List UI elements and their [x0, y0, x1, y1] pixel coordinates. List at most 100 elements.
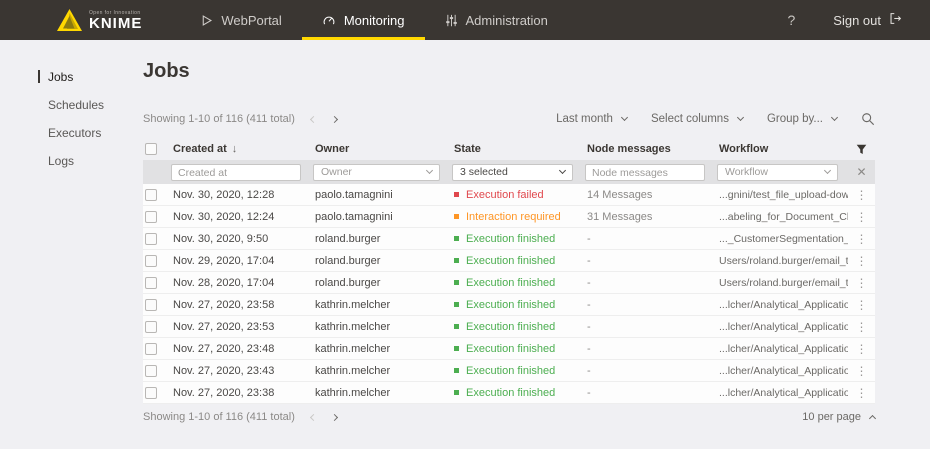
- nav-administration[interactable]: Administration: [425, 0, 568, 40]
- main-content: Jobs Showing 1-10 of 116 (411 total) Las…: [143, 40, 877, 449]
- row-checkbox[interactable]: [145, 232, 157, 245]
- kebab-menu-icon[interactable]: ⋮: [856, 255, 868, 267]
- clear-filters-icon[interactable]: ✕: [856, 165, 866, 179]
- state-label: Execution failed: [466, 188, 544, 201]
- per-page-selector[interactable]: 10 per page: [802, 411, 877, 423]
- chevron-down-icon: [620, 113, 629, 121]
- row-checkbox[interactable]: [145, 320, 157, 333]
- kebab-menu-icon[interactable]: ⋮: [856, 277, 868, 289]
- cell-owner: paolo.tamagnini: [315, 188, 393, 201]
- column-header-owner[interactable]: Owner: [311, 143, 450, 155]
- filter-state-select[interactable]: 3 selected: [452, 163, 573, 181]
- row-checkbox[interactable]: [145, 298, 157, 311]
- cell-workflow: ...lcher/Analytical_Application_Example/: [719, 320, 848, 333]
- nav-administration-label: Administration: [465, 12, 548, 28]
- sidebar-item-logs[interactable]: Logs: [0, 149, 143, 173]
- filter-owner-select[interactable]: Owner: [313, 163, 440, 181]
- column-header-node-messages[interactable]: Node messages: [583, 143, 715, 155]
- row-checkbox[interactable]: [145, 210, 157, 223]
- state-label: Interaction required: [466, 210, 561, 223]
- cell-state: Execution finished: [450, 387, 583, 399]
- chevron-down-icon: [558, 166, 567, 174]
- logo-brand: KNIME: [89, 15, 143, 32]
- row-checkbox[interactable]: [145, 254, 157, 267]
- cell-state: Execution finished: [450, 277, 583, 289]
- column-header-state[interactable]: State: [450, 143, 583, 155]
- kebab-menu-icon[interactable]: ⋮: [856, 365, 868, 377]
- cell-node-messages: -: [587, 364, 591, 377]
- sidebar-item-executors[interactable]: Executors: [0, 121, 143, 145]
- cell-node-messages: -: [587, 386, 591, 399]
- funnel-icon: [856, 144, 867, 154]
- cell-node-messages: -: [587, 232, 591, 245]
- kebab-menu-icon[interactable]: ⋮: [856, 321, 868, 333]
- cell-workflow: ...gnini/test_file_upload-download-fixed…: [719, 188, 848, 201]
- kebab-menu-icon[interactable]: ⋮: [856, 299, 868, 311]
- footer-prev-page-button[interactable]: [309, 413, 317, 421]
- chevron-down-icon: [425, 166, 434, 174]
- cell-workflow: ...lcher/Analytical_Application_Example/: [719, 342, 848, 355]
- sign-out-label: Sign out: [833, 12, 881, 28]
- cell-workflow: ..._CustomerSegmentation_ScoringAPI/: [719, 232, 848, 245]
- chevron-down-icon: [823, 166, 832, 174]
- state-square-icon: [454, 258, 459, 263]
- cell-created-at: Nov. 30, 2020, 12:28: [173, 188, 275, 201]
- state-square-icon: [454, 236, 459, 241]
- cell-workflow: Users/roland.burger/email_test/: [719, 254, 848, 267]
- select-columns-dropdown[interactable]: Select columns: [651, 113, 744, 125]
- cell-node-messages: -: [587, 298, 591, 311]
- date-range-dropdown[interactable]: Last month: [556, 113, 629, 125]
- cell-owner: roland.burger: [315, 232, 381, 245]
- sign-out-button[interactable]: Sign out: [833, 12, 902, 28]
- next-page-button[interactable]: [330, 115, 338, 123]
- group-by-dropdown[interactable]: Group by...: [766, 113, 839, 125]
- row-checkbox[interactable]: [145, 188, 157, 201]
- cell-owner: kathrin.melcher: [315, 320, 391, 333]
- table-header-row: Created at ↓ Owner State Node messages Wo…: [143, 138, 875, 160]
- sidebar-item-jobs[interactable]: Jobs: [0, 65, 143, 89]
- cell-state: Execution finished: [450, 255, 583, 267]
- cell-node-messages: -: [587, 276, 591, 289]
- sidebar-item-schedules[interactable]: Schedules: [0, 93, 143, 117]
- filter-workflow-select[interactable]: Workflow: [717, 163, 838, 181]
- row-checkbox[interactable]: [145, 386, 157, 399]
- cell-workflow: ...abeling_for_Document_Classification/: [719, 210, 848, 223]
- kebab-menu-icon[interactable]: ⋮: [856, 387, 868, 399]
- prev-page-button[interactable]: [309, 115, 317, 123]
- filter-created-at-input[interactable]: [171, 164, 301, 182]
- state-square-icon: [454, 280, 459, 285]
- cell-node-messages: -: [587, 342, 591, 355]
- gauge-icon: [322, 14, 336, 27]
- group-by-label: Group by...: [766, 113, 823, 125]
- filter-node-messages-input[interactable]: [585, 164, 705, 182]
- kebab-menu-icon[interactable]: ⋮: [856, 233, 868, 245]
- search-icon[interactable]: [861, 112, 875, 126]
- row-checkbox[interactable]: [145, 276, 157, 289]
- kebab-menu-icon[interactable]: ⋮: [856, 211, 868, 223]
- column-header-workflow[interactable]: Workflow: [715, 143, 848, 155]
- cell-node-messages: 31 Messages: [587, 210, 653, 223]
- nav-webportal[interactable]: WebPortal: [180, 0, 301, 40]
- row-checkbox[interactable]: [145, 364, 157, 377]
- state-label: Execution finished: [466, 320, 556, 333]
- table-row: Nov. 27, 2020, 23:53 kathrin.melcher Execu…: [143, 316, 875, 338]
- cell-created-at: Nov. 27, 2020, 23:38: [173, 386, 275, 399]
- nav-monitoring[interactable]: Monitoring: [301, 0, 425, 40]
- column-header-created-at[interactable]: Created at ↓: [169, 143, 311, 155]
- chevron-down-icon: [736, 113, 744, 121]
- filter-funnel-button[interactable]: [848, 144, 875, 155]
- state-label: Execution finished: [466, 298, 556, 311]
- page-title: Jobs: [143, 60, 190, 82]
- chevron-up-icon: [868, 414, 877, 422]
- table-row: Nov. 30, 2020, 12:24 paolo.tamagnini Inter…: [143, 206, 875, 228]
- knime-logo[interactable]: Open for Innovation KNIME: [57, 0, 142, 40]
- select-all-checkbox[interactable]: [145, 143, 157, 155]
- table-row: Nov. 30, 2020, 12:28 paolo.tamagnini Execu…: [143, 184, 875, 206]
- row-checkbox[interactable]: [145, 342, 157, 355]
- cell-workflow: ...lcher/Analytical_Application_Example/: [719, 298, 848, 311]
- state-label: Execution finished: [466, 276, 556, 289]
- kebab-menu-icon[interactable]: ⋮: [856, 189, 868, 201]
- kebab-menu-icon[interactable]: ⋮: [856, 343, 868, 355]
- footer-next-page-button[interactable]: [330, 413, 338, 421]
- help-button[interactable]: ?: [788, 12, 796, 28]
